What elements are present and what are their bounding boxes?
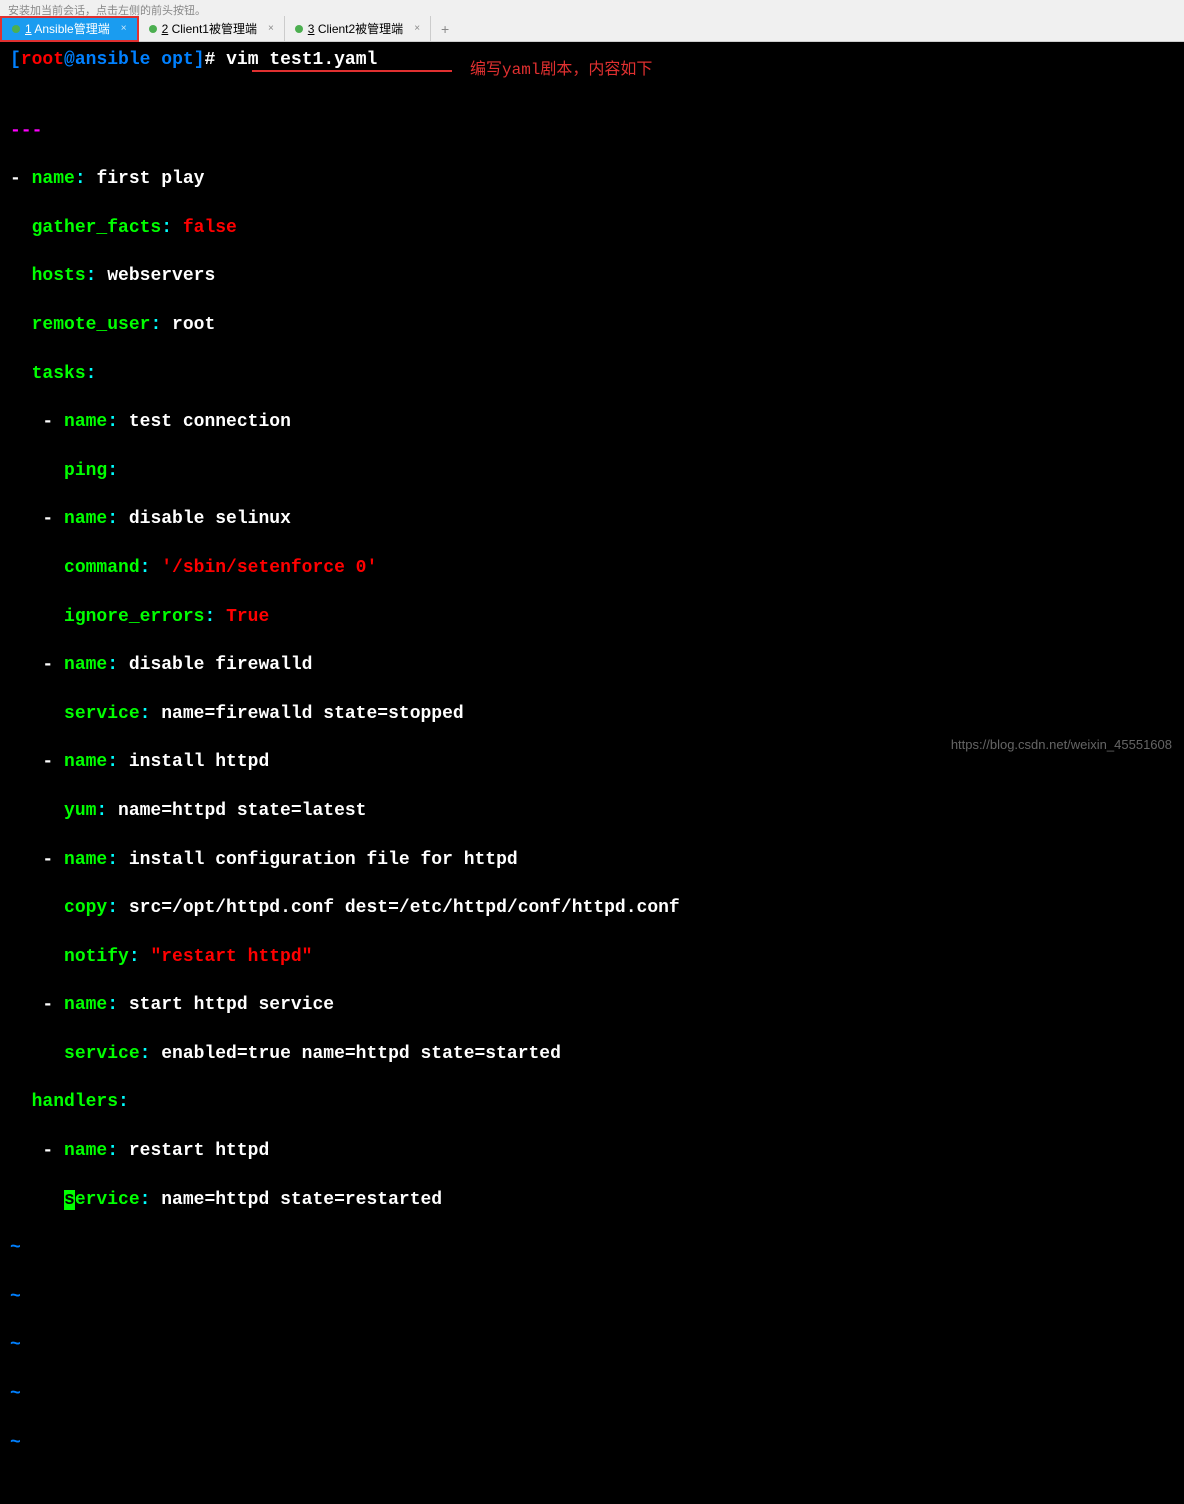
status-dot-icon <box>149 25 157 33</box>
annotation-text: 编写yaml剧本，内容如下 <box>470 60 652 82</box>
close-icon[interactable]: × <box>268 23 274 34</box>
tab-label: 2 Client1被管理端 <box>162 20 257 37</box>
close-icon[interactable]: × <box>121 23 127 34</box>
tab-add-button[interactable]: + <box>431 17 459 41</box>
tab-ansible[interactable]: 1 Ansible管理端 × <box>0 16 139 42</box>
status-dot-icon <box>12 25 20 33</box>
tab-label: 1 Ansible管理端 <box>25 20 110 37</box>
close-icon[interactable]: × <box>414 23 420 34</box>
tab-label: 3 Client2被管理端 <box>308 20 403 37</box>
tab-client2[interactable]: 3 Client2被管理端 × <box>285 16 431 42</box>
status-dot-icon <box>295 25 303 33</box>
tab-bar: 1 Ansible管理端 × 2 Client1被管理端 × 3 Client2… <box>0 16 1184 42</box>
tab-client1[interactable]: 2 Client1被管理端 × <box>139 16 285 42</box>
terminal-area[interactable]: [root@ansible opt]# vim test1.yaml 编写yam… <box>0 42 1184 762</box>
yaml-file-content: --- - name: first play gather_facts: fal… <box>10 94 1174 1503</box>
underline-annotation <box>252 70 452 72</box>
window-caption: 安装加当前会话，点击左侧的前头按钮。 <box>0 0 1184 16</box>
watermark: https://blog.csdn.net/weixin_45551608 <box>951 736 1172 754</box>
